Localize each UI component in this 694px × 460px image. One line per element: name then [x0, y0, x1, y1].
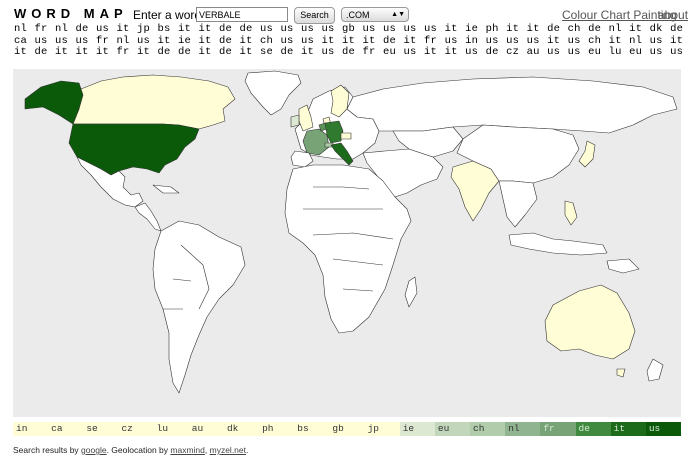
footer-mid: . Geolocation by: [106, 445, 169, 455]
legend-item-nl: nl: [505, 422, 541, 436]
legend-item-bs: bs: [294, 422, 330, 436]
tld-select[interactable]: .COM ▲▼: [341, 7, 409, 22]
country-usa-alaska: [24, 80, 84, 125]
country-russia: [346, 76, 678, 134]
legend-item-ch: ch: [470, 422, 506, 436]
country-madagascar: [404, 276, 418, 308]
legend-item-lu: lu: [153, 422, 189, 436]
footer-prefix: Search results by: [13, 445, 79, 455]
legend-item-in: in: [13, 422, 49, 436]
color-legend: in ca se cz lu au dk ph bs gb jp ie eu ch nl fr de it us: [13, 422, 681, 436]
country-australia: [544, 284, 636, 360]
search-button[interactable]: Search: [294, 7, 335, 24]
legend-item-dk: dk: [223, 422, 260, 436]
legend-item-it: it: [610, 422, 646, 436]
country-canada: [72, 74, 236, 130]
legend-item-au: au: [188, 422, 224, 436]
footer-end: .: [246, 445, 249, 455]
legend-item-jp: jp: [364, 422, 400, 436]
select-arrows-icon: ▲▼: [391, 11, 405, 18]
world-map[interactable]: [13, 69, 681, 417]
legend-item-ca: ca: [48, 422, 84, 436]
legend-item-us: us: [645, 422, 681, 436]
legend-item-fr: fr: [540, 422, 576, 436]
enter-word-label: Enter a word:: [133, 8, 205, 22]
about-link[interactable]: about: [658, 8, 688, 22]
word-input[interactable]: [196, 7, 288, 22]
legend-item-cz: cz: [118, 422, 154, 436]
legend-item-ph: ph: [259, 422, 295, 436]
region-central-america: [134, 202, 162, 232]
legend-item-eu: eu: [434, 422, 471, 436]
myzel-link[interactable]: myzel.net: [210, 445, 246, 455]
country-australia-tasmania: [616, 368, 626, 378]
country-ireland: [290, 114, 300, 128]
legend-item-se: se: [83, 422, 119, 436]
country-philippines: [564, 200, 578, 226]
country-japan: [578, 140, 596, 168]
country-code-list: nl fr nl de us it jp bs it it de de us u…: [14, 23, 684, 58]
footer: Search results by google. Geolocation by…: [13, 445, 248, 455]
country-indonesia: [508, 232, 608, 256]
region-southeast-asia: [498, 180, 538, 228]
region-south-america: [152, 220, 246, 394]
maxmind-link[interactable]: maxmind: [170, 445, 204, 455]
google-link[interactable]: google: [81, 445, 107, 455]
site-title: WORD MAP: [14, 6, 128, 21]
legend-item-de: de: [575, 422, 611, 436]
country-papua: [606, 258, 640, 274]
country-new-zealand: [646, 358, 664, 382]
country-greenland: [244, 70, 302, 116]
country-cuba: [152, 184, 180, 194]
footer-sep: ,: [204, 445, 208, 455]
legend-item-ie: ie: [399, 422, 435, 436]
legend-item-gb: gb: [329, 422, 365, 436]
tld-select-value: .COM: [346, 10, 370, 20]
country-czech: [340, 132, 352, 140]
